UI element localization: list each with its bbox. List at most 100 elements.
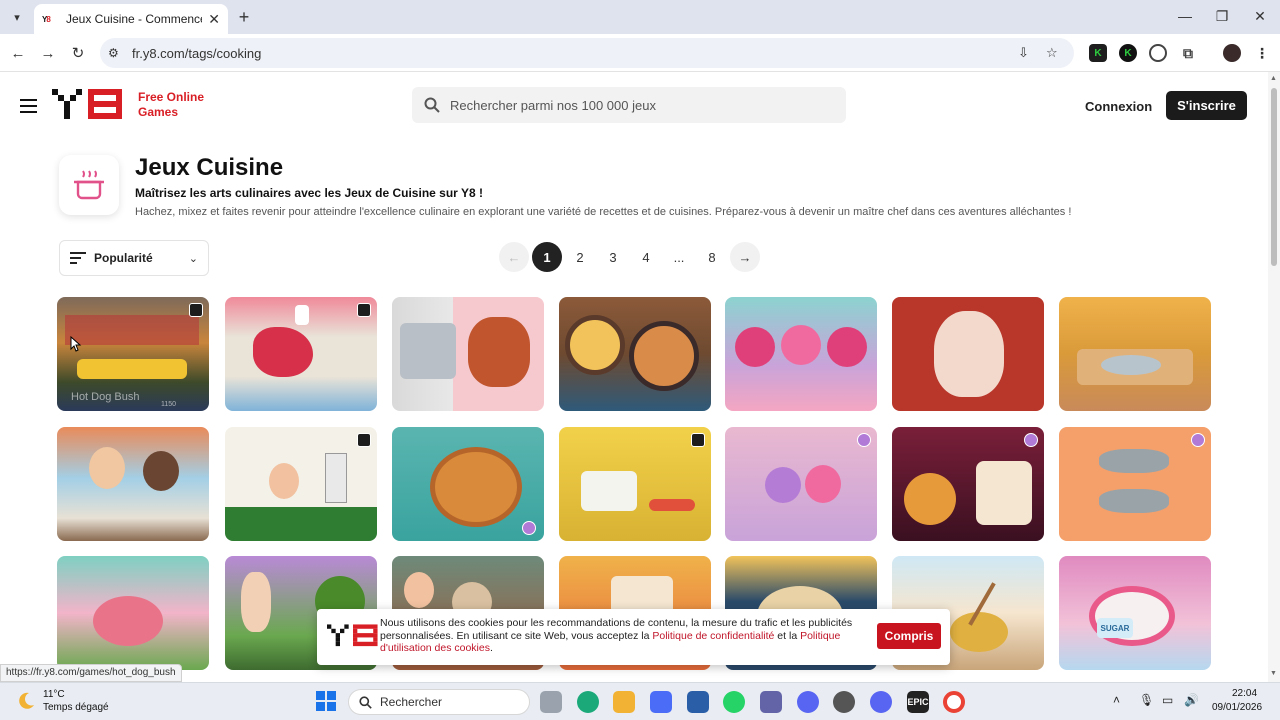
page-subtitle: Maîtrisez les arts culinaires avec les J… (135, 186, 483, 200)
taskbar-search-input[interactable]: Rechercher (348, 689, 530, 715)
login-link[interactable]: Connexion (1085, 99, 1152, 114)
page-4[interactable]: 4 (631, 242, 661, 272)
back-icon[interactable]: ← (7, 42, 29, 64)
network-icon[interactable]: ▭ (1162, 693, 1173, 707)
premium-badge-icon (857, 433, 871, 447)
chrome-icon[interactable] (943, 691, 965, 713)
page-3[interactable]: 3 (598, 242, 628, 272)
clock-date[interactable]: 09/01/2026 (1212, 702, 1262, 713)
page-scrollbar[interactable]: ▲ ▼ (1268, 72, 1280, 682)
extensions-puzzle-icon[interactable]: ⧉ (1179, 44, 1197, 62)
taskbar-search-placeholder: Rechercher (380, 695, 443, 709)
game-card-4[interactable] (559, 297, 711, 411)
install-app-icon[interactable]: ⇩ (1018, 45, 1029, 61)
game-card-3[interactable] (392, 297, 544, 411)
app-icon[interactable] (833, 691, 855, 713)
sort-dropdown[interactable]: Popularité ⌄ (59, 240, 209, 276)
page-8[interactable]: 8 (697, 242, 727, 272)
tab-search-menu-icon[interactable]: ▾ (6, 7, 28, 27)
logo-tagline: Free Online Games (138, 90, 205, 119)
taskbar: 11°C Temps dégagé Rechercher EPIC ˄ 🎙 ▭ … (0, 682, 1280, 720)
game-card-2[interactable] (225, 297, 377, 411)
browser-menu-icon[interactable]: ⋮ (1253, 44, 1271, 62)
discord-alt-icon[interactable] (870, 691, 892, 713)
html5-badge-icon (357, 433, 371, 447)
game-card-21[interactable]: SUGAR (1059, 556, 1211, 670)
game-card-5[interactable] (725, 297, 877, 411)
game-card-6[interactable] (892, 297, 1044, 411)
profile-avatar[interactable] (1223, 44, 1241, 62)
volume-icon[interactable]: 🔊 (1184, 693, 1199, 707)
search-icon (359, 695, 372, 709)
epic-games-icon[interactable]: EPIC (907, 691, 929, 713)
site-header: Free Online Games Rechercher parmi nos 1… (0, 72, 1268, 140)
page-2[interactable]: 2 (565, 242, 595, 272)
game-card-15[interactable] (57, 556, 209, 670)
scroll-up-icon[interactable]: ▲ (1270, 75, 1277, 82)
game-score-overlay: 1150 (161, 401, 177, 408)
scroll-down-icon[interactable]: ▼ (1270, 670, 1277, 677)
y8-logo[interactable] (52, 89, 124, 121)
game-card-7[interactable] (1059, 297, 1211, 411)
accept-cookies-button[interactable]: Compris (877, 623, 941, 649)
game-card-13[interactable] (892, 427, 1044, 541)
sort-label: Popularité (94, 251, 153, 265)
page-ellipsis: ... (673, 249, 685, 265)
minimize-icon[interactable]: — (1170, 6, 1200, 26)
close-tab-icon[interactable]: ✕ (208, 11, 220, 28)
new-tab-icon[interactable]: + (234, 6, 254, 28)
chevron-down-icon: ⌄ (188, 252, 198, 265)
browser-tab[interactable]: Y8 Jeux Cuisine - Commencez à jouer ✕ (34, 4, 228, 34)
close-window-icon[interactable]: ✕ (1245, 6, 1275, 26)
forward-icon[interactable]: → (37, 42, 59, 64)
game-card-10[interactable] (392, 427, 544, 541)
signup-button[interactable]: S'inscrire (1166, 91, 1247, 120)
mail-icon[interactable] (687, 691, 709, 713)
site-search-input[interactable]: Rechercher parmi nos 100 000 jeux (412, 87, 846, 123)
task-view-icon[interactable] (540, 691, 562, 713)
next-page-icon[interactable]: → (730, 242, 760, 272)
game-card-12[interactable] (725, 427, 877, 541)
reload-icon[interactable]: ↻ (67, 42, 89, 64)
clock-time[interactable]: 22:04 (1232, 688, 1257, 699)
show-hidden-icons-icon[interactable]: ˄ (1113, 693, 1120, 707)
game-card-hot-dog-bush[interactable]: Hot Dog Bush 1150 (57, 297, 209, 411)
game-card-8[interactable] (57, 427, 209, 541)
site-info-icon[interactable]: ⚙ (108, 46, 128, 60)
windows-start-icon[interactable] (316, 691, 336, 711)
cooking-pot-icon (59, 155, 119, 215)
browser-toolbar: ← → ↻ ⚙ fr.y8.com/tags/cooking ⇩ ☆ K K ⧉… (0, 34, 1280, 72)
status-bar-url: https://fr.y8.com/games/hot_dog_bush (0, 664, 182, 682)
bookmark-star-icon[interactable]: ☆ (1046, 45, 1058, 61)
hamburger-menu-icon[interactable] (20, 99, 37, 113)
browser-tab-bar: ▾ Y8 Jeux Cuisine - Commencez à jouer ✕ … (0, 0, 1280, 34)
maximize-icon[interactable]: ❐ (1207, 6, 1237, 26)
extension-k2-icon[interactable]: K (1119, 44, 1137, 62)
edge-icon[interactable] (577, 691, 599, 713)
extension-circle-icon[interactable] (1149, 44, 1167, 62)
weather-temperature: 11°C (43, 689, 65, 700)
privacy-policy-link[interactable]: Politique de confidentialité (652, 630, 774, 642)
file-explorer-icon[interactable] (613, 691, 635, 713)
microphone-icon[interactable]: 🎙 (1139, 693, 1154, 707)
prev-page-icon[interactable]: ← (499, 242, 529, 272)
teams-icon[interactable] (760, 691, 782, 713)
scroll-thumb[interactable] (1271, 88, 1277, 266)
premium-badge-icon (1024, 433, 1038, 447)
cookie-text: Nous utilisons des cookies pour les reco… (380, 617, 853, 654)
extension-k-icon[interactable]: K (1089, 44, 1107, 62)
sugar-label: SUGAR (1097, 618, 1133, 638)
game-card-9[interactable] (225, 427, 377, 541)
pagination: ← 1 2 3 4 ... 8 → (499, 242, 763, 272)
moon-icon (19, 692, 34, 709)
game-card-14[interactable] (1059, 427, 1211, 541)
y8-favicon-icon: Y8 (42, 14, 51, 24)
address-bar[interactable]: ⚙ fr.y8.com/tags/cooking ⇩ ☆ (100, 38, 1074, 68)
store-icon[interactable] (650, 691, 672, 713)
game-card-11[interactable] (559, 427, 711, 541)
search-icon (424, 97, 440, 113)
discord-icon[interactable] (797, 691, 819, 713)
page-1[interactable]: 1 (532, 242, 562, 272)
whatsapp-icon[interactable] (723, 691, 745, 713)
html5-badge-icon (691, 433, 705, 447)
